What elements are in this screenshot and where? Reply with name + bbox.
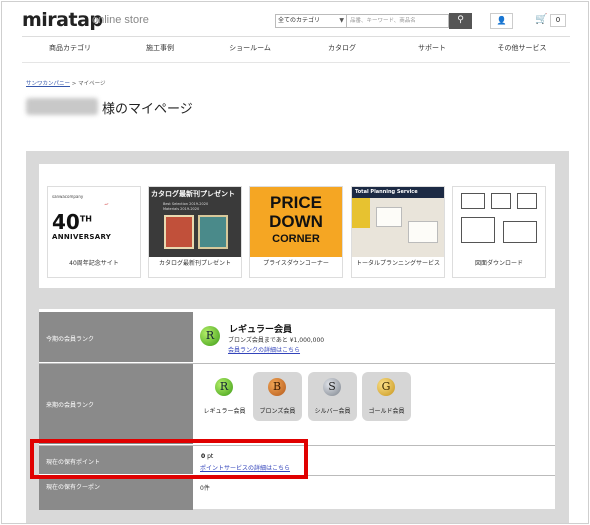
rank-tile-regular: R レギュラー会員: [200, 372, 249, 421]
breadcrumb: サンワカンパニー > マイページ: [26, 79, 106, 87]
chevron-down-icon: ▼: [339, 17, 344, 24]
catalog-book-2: [198, 215, 228, 249]
card-40th-anniversary[interactable]: sanwacompany ~ 40TH ANNIVERSARY 40周年記念サイ…: [47, 186, 141, 278]
nav-item-other-services[interactable]: その他サービス: [498, 43, 547, 53]
price-down-line2: DOWN: [269, 212, 323, 231]
card-caption: カタログ最新刊プレゼント: [158, 260, 231, 267]
blurred-user-name: [26, 98, 98, 115]
header-divider: [22, 36, 570, 37]
nav-item-case-studies[interactable]: 施工事例: [146, 43, 174, 53]
card-caption: 図面ダウンロード: [474, 260, 523, 267]
card-catalog-present[interactable]: カタログ最新刊プレゼント Best Selection 2019-2020 Mat…: [148, 186, 242, 278]
table-divider: [39, 363, 555, 364]
search-button[interactable]: ⚲: [449, 13, 472, 29]
rank-details-link[interactable]: 会員ランクの詳細はこちら: [228, 345, 300, 354]
drawing-line: [461, 193, 485, 209]
rank-tile-caption: ゴールド会員: [368, 408, 405, 415]
coupons-label: 現在の保有クーポン: [46, 484, 101, 491]
drawing-line: [517, 193, 537, 209]
nav-item-product-category[interactable]: 商品カテゴリ: [49, 43, 91, 53]
catalog-image: カタログ最新刊プレゼント Best Selection 2019-2020 Mat…: [149, 187, 241, 257]
rank-tile-silver: S シルバー会員: [308, 372, 357, 421]
rank-tile-bronze: B ブロンズ会員: [253, 372, 302, 421]
cart-count-badge[interactable]: 0: [550, 14, 566, 27]
anniversary-image: sanwacompany ~ 40TH ANNIVERSARY: [48, 187, 140, 257]
catalog-image-subtitle: Best Selection 2019-2020 Materials 2019-2…: [163, 202, 209, 211]
category-select-value: 全てのカテゴリ: [278, 17, 321, 24]
search-input[interactable]: 品番、キーワード、商品名: [347, 14, 449, 28]
anniversary-brand: sanwacompany: [52, 194, 84, 199]
search-icon: ⚲: [457, 15, 464, 25]
current-rank-note: ブロンズ会員まであと ¥1,000,000: [228, 337, 325, 344]
drawing-image: [453, 187, 545, 257]
card-caption: トータルプランニングサービス: [355, 260, 440, 267]
nav-item-catalog[interactable]: カタログ: [328, 43, 356, 53]
anniversary-script-decoration: ~: [103, 200, 110, 209]
bronze-rank-icon: B: [268, 378, 286, 396]
drawing-line: [491, 193, 511, 209]
catalog-image-title: カタログ最新刊プレゼント: [151, 190, 235, 198]
category-select[interactable]: 全てのカテゴリ ▼: [275, 14, 347, 28]
regular-rank-icon: R: [215, 378, 233, 396]
anniversary-number: 40TH: [52, 210, 92, 234]
price-down-line1: PRICE: [270, 193, 322, 212]
account-button[interactable]: 👤: [490, 13, 513, 29]
office-desk: [408, 221, 438, 243]
user-icon: 👤: [496, 16, 507, 25]
next-rank-label: 来期の会員ランク: [46, 402, 95, 409]
site-logo[interactable]: miratap: [22, 9, 103, 31]
drawing-line: [461, 217, 495, 243]
page-frame: miratap online store 全てのカテゴリ ▼ 品番、キーワード、…: [1, 1, 589, 524]
anniversary-word: ANNIVERSARY: [52, 233, 112, 241]
anniversary-40: 40: [52, 210, 80, 234]
main-nav: 商品カテゴリ 施工事例 ショールーム カタログ サポート その他サービス: [22, 43, 570, 57]
price-down-image: PRICE DOWN CORNER: [250, 187, 342, 257]
nav-item-support[interactable]: サポート: [418, 43, 446, 53]
card-price-down[interactable]: PRICE DOWN CORNER プライスダウンコーナー: [249, 186, 343, 278]
nav-item-showroom[interactable]: ショールーム: [229, 43, 271, 53]
price-down-line3: CORNER: [272, 233, 320, 245]
silver-rank-icon: S: [323, 378, 341, 396]
anniversary-th: TH: [79, 214, 92, 224]
total-planning-image: Total Planning Service: [352, 187, 444, 257]
rank-tile-caption: レギュラー会員: [203, 408, 246, 415]
breadcrumb-home-link[interactable]: サンワカンパニー: [26, 81, 70, 87]
drawing-line: [503, 221, 537, 243]
nav-divider: [22, 62, 570, 63]
breadcrumb-current: マイページ: [78, 81, 106, 87]
card-caption: プライスダウンコーナー: [263, 260, 329, 267]
catalog-book-1: [164, 215, 194, 249]
rank-tile-caption: シルバー会員: [314, 408, 351, 415]
office-yellow-accent: [352, 198, 370, 228]
total-planning-banner: Total Planning Service: [352, 187, 444, 198]
current-rank-name: レギュラー会員: [229, 325, 293, 335]
rank-tile-caption: ブロンズ会員: [259, 408, 296, 415]
highlight-box: [30, 439, 308, 479]
card-total-planning[interactable]: Total Planning Service トータルプランニングサービス: [351, 186, 445, 278]
breadcrumb-separator: >: [70, 81, 79, 87]
regular-rank-badge-icon: R: [200, 326, 220, 346]
coupons-value: 0件: [200, 485, 210, 492]
card-drawing-download[interactable]: 図面ダウンロード: [452, 186, 546, 278]
site-logo-subtitle: online store: [92, 14, 149, 26]
page-title: 様のマイページ: [102, 102, 193, 117]
rank-tile-gold: G ゴールド会員: [362, 372, 411, 421]
card-caption: 40周年記念サイト: [69, 260, 119, 267]
cart-icon[interactable]: 🛒: [535, 14, 547, 25]
gold-rank-icon: G: [377, 378, 395, 396]
current-rank-label: 今期の会員ランク: [46, 336, 95, 343]
office-desk: [376, 207, 402, 227]
